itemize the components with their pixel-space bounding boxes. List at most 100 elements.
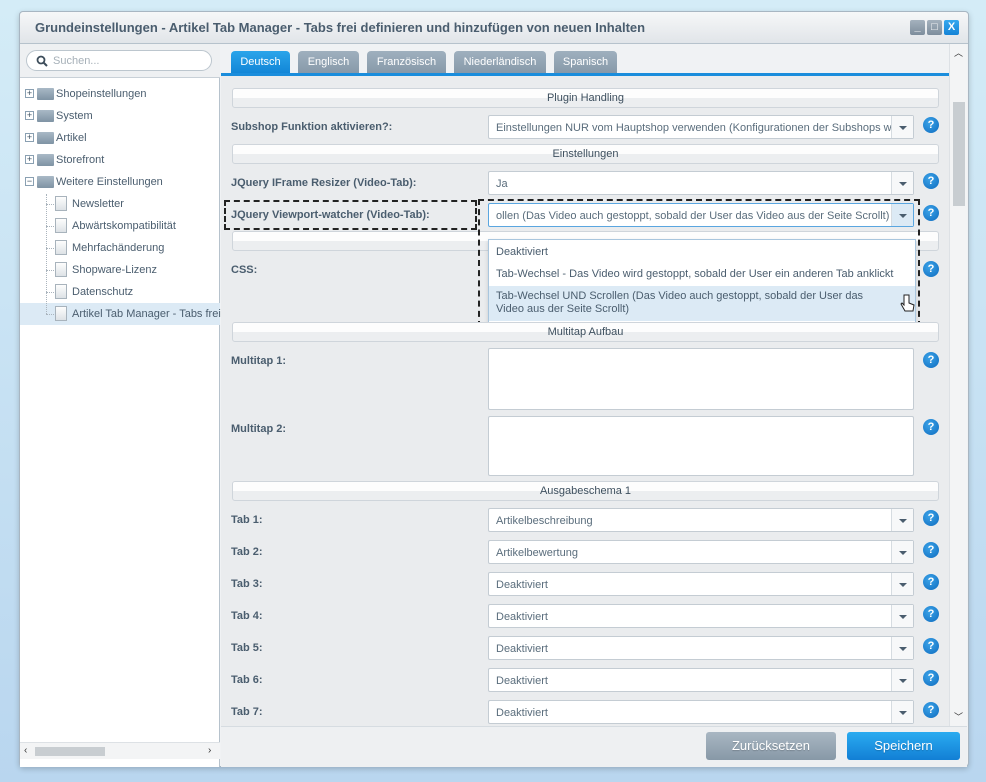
subshop-select[interactable]: Einstellungen NUR vom Hauptshop verwende…	[488, 115, 914, 139]
document-icon	[55, 262, 67, 277]
vertical-scrollbar[interactable]: ︿ ﹀	[949, 44, 967, 726]
tree-item-label: Artikel	[56, 132, 87, 144]
document-icon	[55, 284, 67, 299]
tree-item-label: Shopware-Lizenz	[72, 264, 157, 276]
sidebar: Suchen... + Shopeinstellungen + System + Arti…	[20, 44, 221, 767]
chevron-down-icon[interactable]	[891, 116, 913, 138]
chevron-down-icon[interactable]	[891, 573, 913, 595]
tree-item[interactable]: + Artikel	[20, 127, 220, 149]
tree-item[interactable]: Artikel Tab Manager - Tabs frei	[20, 303, 221, 325]
tab-deutsch[interactable]: Deutsch	[231, 51, 290, 73]
scroll-up-icon[interactable]: ︿	[954, 46, 963, 59]
tree-item-label: System	[56, 110, 93, 122]
tab-niederlaendisch[interactable]: Niederländisch	[454, 51, 546, 73]
tab2-select[interactable]: Artikelbewertung	[488, 540, 914, 564]
document-icon	[55, 196, 67, 211]
help-icon[interactable]: ?	[923, 205, 939, 221]
document-icon	[55, 306, 67, 321]
document-icon	[55, 218, 67, 233]
help-icon[interactable]: ?	[923, 261, 939, 277]
tab-englisch[interactable]: Englisch	[298, 51, 359, 73]
collapse-icon[interactable]: −	[25, 177, 34, 186]
expand-icon[interactable]: +	[25, 155, 34, 164]
tab3-value: Deaktiviert	[496, 579, 548, 591]
help-icon[interactable]: ?	[923, 542, 939, 558]
scroll-thumb[interactable]	[35, 747, 105, 756]
settings-window: Grundeinstellungen - Artikel Tab Manager…	[19, 11, 969, 767]
iframe-resizer-label: JQuery IFrame Resizer (Video-Tab):	[231, 177, 417, 189]
chevron-down-icon[interactable]	[891, 701, 913, 723]
search-placeholder: Suchen...	[53, 55, 100, 67]
multitap2-label: Multitap 2:	[231, 423, 286, 435]
tab7-select[interactable]: Deaktiviert	[488, 700, 914, 724]
expand-icon[interactable]: +	[25, 111, 34, 120]
multitap1-textarea[interactable]	[488, 348, 914, 410]
section-plugin-handling: Plugin Handling	[232, 88, 939, 108]
tree-item[interactable]: + Storefront	[20, 149, 220, 171]
subshop-value: Einstellungen NUR vom Hauptshop verwende…	[496, 122, 891, 134]
chevron-down-icon[interactable]	[891, 669, 913, 691]
tab6-select[interactable]: Deaktiviert	[488, 668, 914, 692]
subshop-label: Subshop Funktion aktivieren?:	[231, 121, 393, 133]
tree-item-label: Datenschutz	[72, 286, 134, 298]
close-button[interactable]: X	[944, 20, 959, 35]
tab1-select[interactable]: Artikelbeschreibung	[488, 508, 914, 532]
tree-item[interactable]: Abwärtskompatibilität	[20, 215, 220, 237]
chevron-down-icon[interactable]	[891, 637, 913, 659]
multitap2-textarea[interactable]	[488, 416, 914, 476]
tree-item[interactable]: Mehrfachänderung	[20, 237, 220, 259]
help-icon[interactable]: ?	[923, 670, 939, 686]
chevron-down-icon[interactable]	[891, 541, 913, 563]
scroll-down-icon[interactable]: ﹀	[954, 710, 963, 723]
scroll-left-icon[interactable]: ‹	[24, 745, 27, 756]
tab3-select[interactable]: Deaktiviert	[488, 572, 914, 596]
scroll-right-icon[interactable]: ›	[208, 745, 211, 756]
reset-button[interactable]: Zurücksetzen	[706, 732, 836, 760]
css-label: CSS:	[231, 264, 258, 276]
expand-icon[interactable]: +	[25, 89, 34, 98]
tree-item-label: Artikel Tab Manager - Tabs frei	[72, 308, 221, 320]
tree-item[interactable]: − Weitere Einstellungen	[20, 171, 220, 193]
help-icon[interactable]: ?	[923, 702, 939, 718]
help-icon[interactable]: ?	[923, 638, 939, 654]
help-icon[interactable]: ?	[923, 606, 939, 622]
maximize-button[interactable]: □	[927, 20, 942, 35]
tree-item-label: Storefront	[56, 154, 105, 166]
tab-spanisch[interactable]: Spanisch	[554, 51, 617, 73]
title-bar[interactable]: Grundeinstellungen - Artikel Tab Manager…	[20, 12, 968, 44]
iframe-resizer-select[interactable]: Ja	[488, 171, 914, 195]
help-icon[interactable]: ?	[923, 419, 939, 435]
help-icon[interactable]: ?	[923, 574, 939, 590]
expand-icon[interactable]: +	[25, 133, 34, 142]
chevron-down-icon[interactable]	[891, 509, 913, 531]
tree-item[interactable]: Shopware-Lizenz	[20, 259, 220, 281]
chevron-down-icon[interactable]	[891, 605, 913, 627]
tab-franzoesisch[interactable]: Französisch	[367, 51, 446, 73]
help-icon[interactable]: ?	[923, 117, 939, 133]
form-panel: Plugin Handling Subshop Funktion aktivie…	[221, 76, 949, 726]
help-icon[interactable]: ?	[923, 510, 939, 526]
multitap1-label: Multitap 1:	[231, 355, 286, 367]
tab2-label: Tab 2:	[231, 546, 263, 558]
section-multitap-aufbau: Multitap Aufbau	[232, 322, 939, 342]
scroll-thumb[interactable]	[953, 102, 965, 206]
highlight-label-box	[224, 200, 477, 230]
tree-item-label: Shopeinstellungen	[56, 88, 147, 100]
folder-icon	[37, 176, 54, 188]
help-icon[interactable]: ?	[923, 352, 939, 368]
tree-item-label: Mehrfachänderung	[72, 242, 165, 254]
tree-item[interactable]: Newsletter	[20, 193, 220, 215]
tab5-select[interactable]: Deaktiviert	[488, 636, 914, 660]
chevron-down-icon[interactable]	[891, 172, 913, 194]
search-input[interactable]: Suchen...	[26, 50, 212, 71]
tree-item[interactable]: + Shopeinstellungen	[20, 83, 220, 105]
language-tabs: Deutsch Englisch Französisch Niederländi…	[221, 44, 967, 76]
tab4-select[interactable]: Deaktiviert	[488, 604, 914, 628]
save-button[interactable]: Speichern	[847, 732, 960, 760]
horizontal-scrollbar[interactable]: ‹ ›	[20, 742, 220, 759]
help-icon[interactable]: ?	[923, 173, 939, 189]
tree-item[interactable]: Datenschutz	[20, 281, 220, 303]
minimize-button[interactable]: _	[910, 20, 925, 35]
footer-toolbar: Zurücksetzen Speichern	[221, 726, 967, 767]
tree-item[interactable]: + System	[20, 105, 220, 127]
